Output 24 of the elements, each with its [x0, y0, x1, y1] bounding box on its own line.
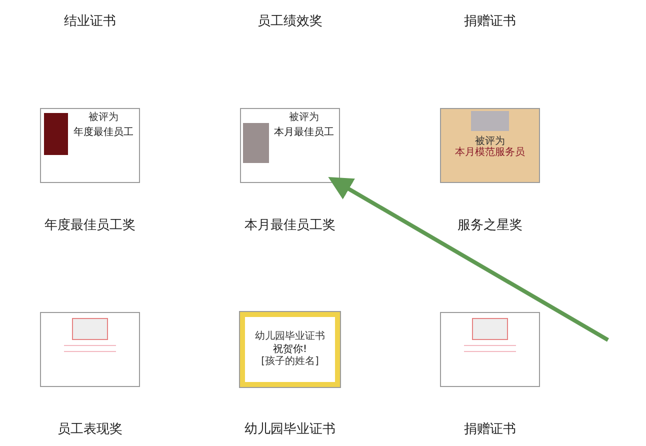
- template-name[interactable]: 幼儿园毕业证书: [244, 423, 336, 437]
- certificate-thumbnail[interactable]: [40, 312, 140, 387]
- template-name[interactable]: 年度最佳员工奖: [44, 219, 136, 233]
- certificate-thumbnail[interactable]: 幼儿园毕业证书 祝贺你! [孩子的姓名]: [240, 312, 340, 387]
- certificate-thumbnail[interactable]: [440, 312, 540, 387]
- certificate-text: [孩子的姓名]: [261, 357, 319, 367]
- template-name[interactable]: 结业证书: [64, 15, 116, 29]
- certificate-text: 本月模范服务员: [455, 147, 525, 158]
- certificate-text: 被评为: [289, 113, 319, 123]
- certificate-thumbnail[interactable]: 被评为 年度最佳员工: [40, 108, 140, 183]
- certificate-text: 年度最佳员工: [74, 127, 134, 138]
- certificate-thumbnail[interactable]: 被评为 本月模范服务员: [440, 108, 540, 183]
- template-name[interactable]: 捐赠证书: [464, 423, 516, 437]
- certificate-text: 祝贺你!: [272, 344, 307, 355]
- certificate-text: 本月最佳员工: [274, 127, 334, 138]
- certificate-thumbnail[interactable]: 被评为 本月最佳员工: [240, 108, 340, 183]
- template-name[interactable]: 本月最佳员工奖: [244, 219, 336, 233]
- template-name[interactable]: 员工表现奖: [58, 423, 122, 437]
- template-name[interactable]: 服务之星奖: [458, 219, 522, 233]
- certificate-text: 被评为: [88, 113, 118, 123]
- certificate-text: 被评为: [475, 137, 505, 147]
- template-name[interactable]: 员工绩效奖: [258, 15, 322, 29]
- template-name[interactable]: 捐赠证书: [464, 15, 516, 29]
- certificate-text: 幼儿园毕业证书: [255, 332, 325, 342]
